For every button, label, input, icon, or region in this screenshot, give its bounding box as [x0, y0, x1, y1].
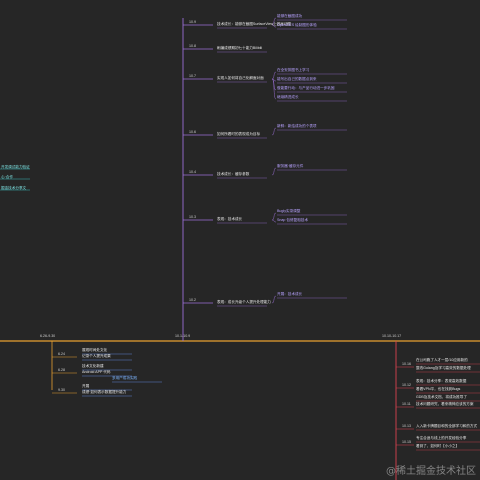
- bottom-left-item: 多用户成功实践: [112, 376, 138, 380]
- middle-branch-item: 开展：技术成长: [277, 292, 303, 296]
- middle-branch-date: 10.8: [189, 44, 196, 48]
- right-branch-item: 看到了，如何时【小小之】: [416, 444, 460, 448]
- timeline-segment-label: 10.10-10.17: [382, 334, 402, 338]
- right-branch-date: 10.11: [402, 402, 411, 406]
- middle-branch-item: 表现：成长升级个人提升处理能力: [217, 300, 271, 304]
- right-branch-date: 10.13: [402, 424, 411, 428]
- middle-branch-item: OpenGlES 绘制图形体验: [277, 23, 317, 27]
- right-branch-item: 在公司跑了人才一层/10应用新的: [416, 358, 468, 362]
- middle-branch-date: 10.9: [189, 20, 196, 24]
- item-connector: [271, 127, 277, 136]
- middle-branch-item: 表现：技术成长: [217, 217, 243, 221]
- middle-branch-item: 能够在截图成功: [277, 14, 303, 18]
- middle-branch-item: 继续精进成长: [277, 95, 299, 99]
- item-connector: [271, 71, 277, 80]
- middle-branch-item: 如何所看时的表现成为目标: [217, 132, 261, 136]
- left-edge-item: 掘金技术分享文: [1, 186, 27, 190]
- middle-branch-date: 10.3: [189, 215, 196, 219]
- middle-branch-item: 刷编成绩期初七十能力Bilibili: [217, 46, 263, 50]
- bottom-left-item: 记录个人提升成果: [82, 354, 111, 358]
- right-branch-item: 入入新卡牌题目和的全部学习和的方式: [416, 424, 478, 428]
- middle-branch-item: 服务器·缓存元件: [277, 164, 304, 168]
- right-branch-date: 10.15: [402, 440, 411, 444]
- right-branch-item: 整改Golang及学习高效的数据处理: [416, 366, 471, 370]
- middle-branch-date: 10.7: [189, 74, 196, 78]
- middle-branch-item: 在全安排图书上学习: [277, 68, 310, 72]
- timeline-segment-label: 10.1-10.9: [175, 334, 191, 338]
- bottom-left-item: 成绩·如何表示数据提升能力: [82, 390, 127, 394]
- item-connector: [271, 219, 277, 223]
- timeline-segment-label: 6.26-9.30: [40, 334, 56, 338]
- bottom-left-item: 展现时间处文化: [82, 348, 108, 352]
- middle-branch-item: 能写出自己的数据点到来: [277, 77, 317, 81]
- right-branch-date: 10.16: [402, 362, 411, 366]
- middle-branch-item: 实现人如何将自己化解面对面: [217, 76, 264, 80]
- item-connector: [271, 78, 277, 100]
- right-branch-item: GDB及技术文档，将成功推导了: [416, 395, 467, 399]
- middle-branch-item: 做能要行动：与产品行动进一步巩固: [277, 86, 335, 90]
- middle-branch-item: 新鲜：新结成功的个表项: [277, 124, 317, 128]
- bottom-left-date: 6.24: [58, 352, 65, 356]
- middle-branch-item: 技术成长：缓存参数: [217, 172, 250, 176]
- right-branch-item: 表现：技术分享：表现高效数据: [416, 379, 467, 383]
- right-branch-item: 技术问题研究，看来精神应该的方案: [416, 402, 474, 406]
- bottom-left-item: 开展: [82, 384, 90, 388]
- bottom-left-item: Android APP 代码: [82, 370, 111, 374]
- mindmap-canvas: [0, 17, 480, 480]
- watermark: @稀土掘金技术社区: [386, 466, 476, 477]
- bottom-left-date: 9.30: [58, 388, 65, 392]
- middle-branch-date: 10.4: [189, 170, 196, 174]
- left-edge-item: 开发调试能力验证: [1, 165, 30, 169]
- right-branch-item: 专注合适与线上的开发经验分享: [416, 436, 467, 440]
- middle-branch-item: Snap 包修复相技术: [277, 218, 308, 222]
- middle-branch-item: Bugly实录调整: [277, 209, 301, 213]
- item-connector: [271, 295, 277, 304]
- item-connector: [271, 167, 277, 176]
- left-edge-item: 心·合作: [1, 175, 13, 179]
- right-branch-date: 10.12: [402, 383, 411, 387]
- bottom-left-item: 技术文化新建: [82, 364, 104, 368]
- middle-branch-date: 10.6: [189, 130, 196, 134]
- item-connector: [271, 212, 277, 221]
- middle-branch-date: 10.2: [189, 298, 196, 302]
- right-branch-item: 看看VPN平，也在找到Bugs: [416, 387, 461, 391]
- bottom-left-date: 6.28: [58, 368, 65, 372]
